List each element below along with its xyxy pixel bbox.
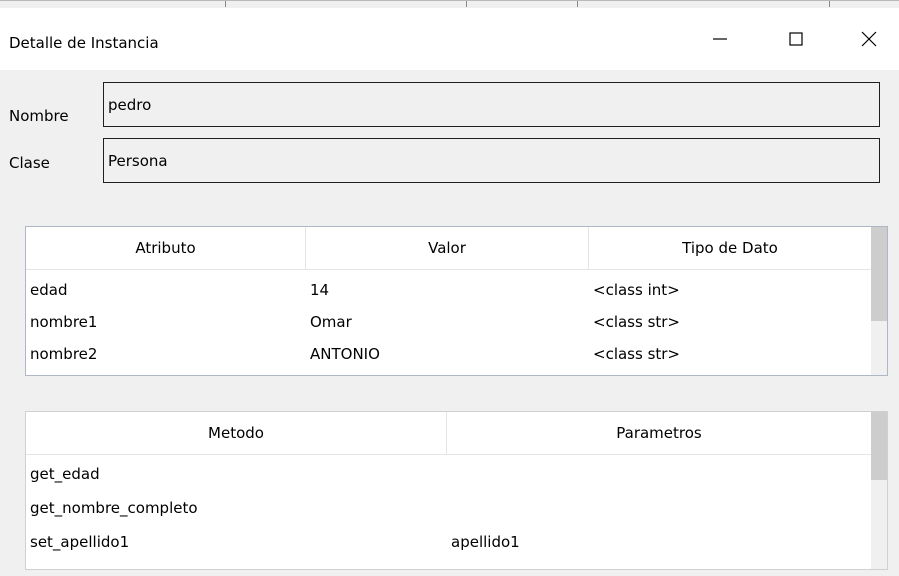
strip-divider — [829, 1, 830, 7]
cell-valor: Omar — [310, 313, 352, 331]
maximize-icon — [789, 32, 803, 46]
close-icon — [861, 31, 877, 47]
table-row[interactable]: edad 14 <class int> — [26, 274, 871, 306]
nombre-field[interactable]: pedro — [103, 82, 880, 127]
cell-atributo: nombre1 — [30, 313, 98, 331]
column-header-metodo[interactable]: Metodo — [26, 412, 447, 454]
clase-label: Clase — [9, 154, 50, 172]
strip-divider — [577, 1, 578, 7]
cell-tipo-de-dato: <class int> — [593, 281, 680, 299]
table-row[interactable]: nombre2 ANTONIO <class str> — [26, 338, 871, 370]
column-header-valor[interactable]: Valor — [306, 227, 589, 269]
cell-tipo-de-dato: <class str> — [593, 313, 681, 331]
methods-table-header: Metodo Parametros — [26, 412, 871, 455]
table-row[interactable]: set_apellido1 apellido1 — [26, 526, 871, 558]
cell-parametros — [447, 492, 871, 524]
clase-field[interactable]: Persona — [103, 138, 880, 183]
window-content: Nombre pedro Clase Persona Atributo Valo… — [0, 70, 899, 576]
scrollbar-thumb[interactable] — [871, 412, 887, 480]
close-button[interactable] — [839, 8, 899, 70]
table-row[interactable]: nombre1 Omar <class str> — [26, 306, 871, 338]
attributes-table-header: Atributo Valor Tipo de Dato — [26, 227, 871, 270]
table-row[interactable]: get_edad — [26, 458, 871, 490]
cell-metodo: get_edad — [30, 465, 100, 483]
title-bar[interactable]: Detalle de Instancia — [0, 8, 899, 70]
scrollbar-thumb[interactable] — [871, 227, 887, 321]
minimize-icon — [713, 38, 727, 40]
column-header-atributo[interactable]: Atributo — [26, 227, 306, 269]
methods-table[interactable]: Metodo Parametros get_edad get_nombre_co… — [25, 411, 888, 570]
clase-value: Persona — [108, 151, 168, 170]
vertical-scrollbar[interactable] — [871, 227, 887, 375]
cell-valor: 14 — [310, 281, 330, 299]
vertical-scrollbar[interactable] — [871, 412, 887, 569]
nombre-value: pedro — [108, 95, 152, 114]
maximize-button[interactable] — [766, 8, 826, 70]
strip-divider — [466, 1, 467, 7]
cell-parametros: apellido1 — [451, 533, 520, 551]
strip-divider — [225, 1, 226, 7]
column-header-tipo-de-dato[interactable]: Tipo de Dato — [589, 227, 871, 269]
minimize-button[interactable] — [690, 8, 750, 70]
cell-atributo: edad — [30, 281, 68, 299]
column-header-parametros[interactable]: Parametros — [447, 412, 871, 454]
table-row[interactable]: get_nombre_completo — [26, 492, 871, 524]
cell-atributo: nombre2 — [30, 345, 98, 363]
cell-metodo: get_nombre_completo — [30, 499, 198, 517]
window-title: Detalle de Instancia — [9, 34, 159, 52]
attributes-table[interactable]: Atributo Valor Tipo de Dato edad 14 <cla… — [25, 226, 888, 376]
cell-parametros — [447, 458, 871, 490]
nombre-label: Nombre — [9, 107, 69, 125]
cell-valor: ANTONIO — [310, 345, 380, 363]
cell-tipo-de-dato: <class str> — [593, 345, 681, 363]
cell-metodo: set_apellido1 — [30, 533, 130, 551]
